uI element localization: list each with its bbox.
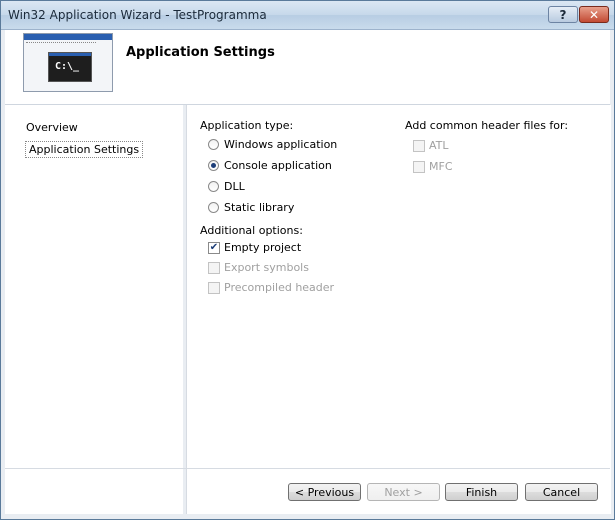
radio-label: Console application [224, 159, 332, 172]
radio-circle-icon [208, 181, 219, 192]
page-title: Application Settings [126, 45, 275, 60]
window-title: Win32 Application Wizard - TestProgramma [8, 8, 267, 22]
checkbox-mfc[interactable]: MFC [413, 160, 453, 173]
radio-windows-application[interactable]: Windows application [208, 138, 337, 151]
checkbox-empty-icon [208, 261, 220, 274]
help-icon: ? [559, 7, 567, 22]
radio-circle-icon [208, 202, 219, 213]
radio-dll[interactable]: DLL [208, 180, 245, 193]
finish-button[interactable]: Finish [445, 483, 518, 501]
title-bar[interactable]: Win32 Application Wizard - TestProgramma… [1, 1, 614, 30]
checkbox-export-symbols[interactable]: Export symbols [208, 261, 309, 274]
checkbox-label: MFC [429, 160, 453, 173]
cancel-button[interactable]: Cancel [525, 483, 598, 501]
checkmark-icon: ✔ [208, 241, 220, 254]
sidebar-item-overview[interactable]: Overview [26, 121, 78, 134]
additional-options-label: Additional options: [200, 224, 303, 237]
icon-window-bar [24, 34, 112, 40]
close-button[interactable]: ✕ [579, 6, 609, 23]
radio-label: Windows application [224, 138, 338, 151]
checkbox-precompiled-header[interactable]: Precompiled header [208, 281, 334, 294]
icon-menu-line [26, 42, 96, 45]
checkbox-empty-icon [413, 160, 425, 173]
footer-divider [5, 468, 610, 469]
checkbox-label: Export symbols [224, 261, 309, 274]
icon-console-bar [49, 53, 91, 56]
checkbox-empty-project[interactable]: ✔ Empty project [208, 241, 301, 254]
checkbox-label: ATL [429, 139, 449, 152]
radio-selected-icon [208, 160, 219, 171]
previous-button[interactable]: < Previous [288, 483, 361, 501]
application-type-label: Application type: [200, 119, 294, 132]
wizard-sidebar: Overview Application Settings [5, 105, 183, 514]
close-icon: ✕ [588, 7, 600, 22]
checkbox-label: Precompiled header [224, 281, 335, 294]
wizard-window: Win32 Application Wizard - TestProgramma… [0, 0, 615, 520]
radio-static-library[interactable]: Static library [208, 201, 294, 214]
wizard-header: C:\_ Application Settings [5, 30, 610, 105]
radio-label: Static library [224, 201, 295, 214]
settings-panel: Application type: Windows application Co… [186, 105, 611, 514]
checkbox-label: Empty project [224, 241, 302, 254]
next-button[interactable]: Next > [367, 483, 440, 501]
common-headers-label: Add common header files for: [405, 119, 569, 132]
icon-console-prompt: C:\_ [55, 61, 80, 72]
checkbox-empty-icon [413, 139, 425, 152]
radio-circle-icon [208, 139, 219, 150]
radio-console-application[interactable]: Console application [208, 159, 332, 172]
radio-label: DLL [224, 180, 245, 193]
checkbox-atl[interactable]: ATL [413, 139, 449, 152]
console-app-icon: C:\_ [23, 33, 113, 92]
help-button[interactable]: ? [548, 6, 578, 23]
checkbox-empty-icon [208, 281, 220, 294]
icon-console-window: C:\_ [48, 52, 92, 82]
sidebar-item-application-settings[interactable]: Application Settings [25, 141, 144, 158]
